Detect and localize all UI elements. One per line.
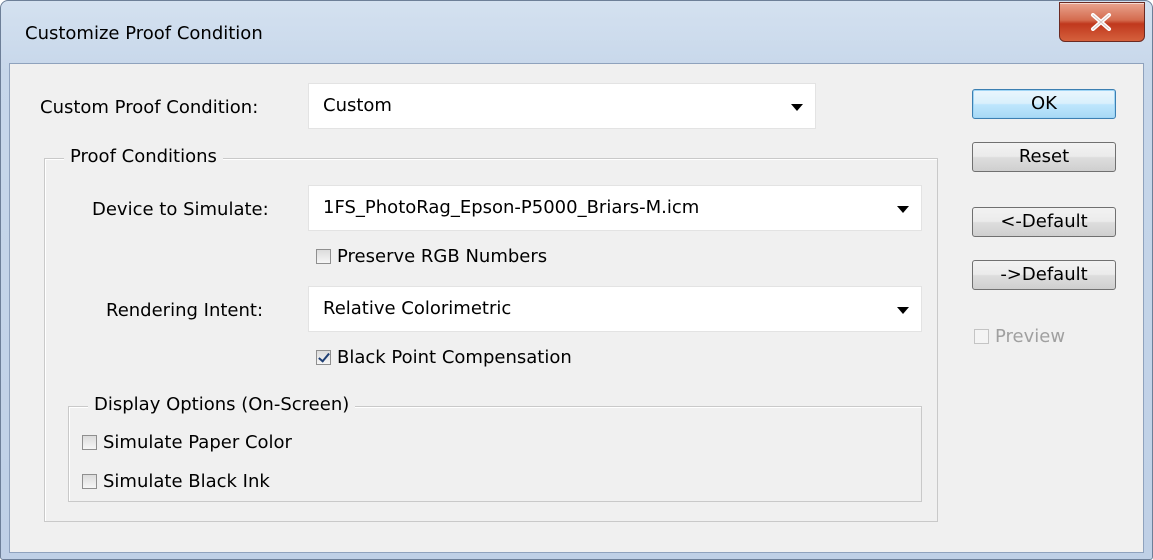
simulate-paper-color-label: Simulate Paper Color xyxy=(103,432,292,453)
device-select[interactable]: 1FS_PhotoRag_Epson-P5000_Briars-M.icm xyxy=(308,185,922,231)
device-value: 1FS_PhotoRag_Epson-P5000_Briars-M.icm xyxy=(323,197,700,218)
custom-condition-select[interactable]: Custom xyxy=(308,83,816,129)
dialog-window: Customize Proof Condition Custom Proof C… xyxy=(0,0,1153,560)
title-bar[interactable]: Customize Proof Condition xyxy=(1,1,1152,63)
checkbox-box xyxy=(82,435,97,450)
custom-condition-label: Custom Proof Condition: xyxy=(40,97,259,118)
load-default-button[interactable]: <-Default xyxy=(972,207,1116,237)
proof-conditions-legend: Proof Conditions xyxy=(64,146,223,167)
display-options-legend: Display Options (On-Screen) xyxy=(88,394,356,415)
save-default-button[interactable]: ->Default xyxy=(972,260,1116,290)
checkbox-box xyxy=(974,329,989,344)
preserve-rgb-checkbox[interactable]: Preserve RGB Numbers xyxy=(316,246,547,267)
simulate-paper-color-checkbox[interactable]: Simulate Paper Color xyxy=(82,432,292,453)
ok-button[interactable]: OK xyxy=(972,89,1116,119)
preview-label: Preview xyxy=(995,326,1066,347)
custom-condition-value: Custom xyxy=(323,95,392,116)
chevron-down-icon xyxy=(897,206,909,213)
device-label: Device to Simulate: xyxy=(92,199,269,220)
checkbox-box xyxy=(316,249,331,264)
preserve-rgb-label: Preserve RGB Numbers xyxy=(337,246,548,267)
chevron-down-icon xyxy=(791,104,803,111)
intent-select[interactable]: Relative Colorimetric xyxy=(308,286,922,332)
close-button[interactable] xyxy=(1059,2,1145,42)
dialog-body: Custom Proof Condition: Custom Proof Con… xyxy=(9,63,1144,553)
simulate-black-ink-label: Simulate Black Ink xyxy=(103,471,270,492)
checkbox-checked-box xyxy=(316,350,331,365)
chevron-down-icon xyxy=(897,307,909,314)
checkbox-box xyxy=(82,474,97,489)
window-title: Customize Proof Condition xyxy=(25,23,263,44)
reset-button[interactable]: Reset xyxy=(972,142,1116,172)
simulate-black-ink-checkbox[interactable]: Simulate Black Ink xyxy=(82,471,270,492)
close-icon xyxy=(1091,13,1111,31)
intent-value: Relative Colorimetric xyxy=(323,298,512,319)
black-point-label: Black Point Compensation xyxy=(337,347,572,368)
intent-label: Rendering Intent: xyxy=(106,300,264,321)
preview-checkbox[interactable]: Preview xyxy=(974,326,1065,347)
black-point-checkbox[interactable]: Black Point Compensation xyxy=(316,347,572,368)
